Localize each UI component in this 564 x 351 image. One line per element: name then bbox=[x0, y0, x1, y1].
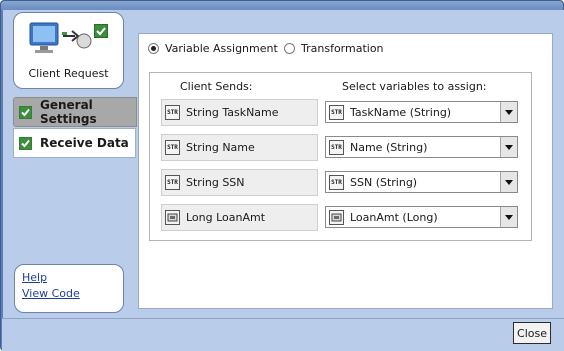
radio-transformation[interactable]: Transformation bbox=[284, 42, 384, 55]
client-sends-text: String TaskName bbox=[186, 106, 279, 119]
variable-select[interactable]: STR SSN (String) bbox=[325, 171, 518, 193]
variable-select[interactable]: LoanAmt (Long) bbox=[325, 206, 518, 228]
close-button[interactable]: Close bbox=[513, 322, 551, 344]
variable-select[interactable]: STR Name (String) bbox=[325, 136, 518, 158]
title-bar bbox=[1, 1, 563, 10]
select-variables-header: Select variables to assign: bbox=[342, 80, 487, 93]
string-type-icon: STR bbox=[329, 104, 344, 120]
radio-variable-assignment[interactable]: Variable Assignment bbox=[148, 42, 278, 55]
long-type-icon bbox=[329, 209, 344, 225]
select-value: LoanAmt (Long) bbox=[350, 210, 438, 224]
dropdown-arrow-icon[interactable] bbox=[500, 137, 517, 157]
select-value: SSN (String) bbox=[350, 175, 418, 189]
string-type-icon: STR bbox=[165, 140, 180, 155]
data-sphere-icon bbox=[76, 33, 92, 49]
dialog-window: Client Request General Settings Receive … bbox=[0, 0, 564, 351]
client-sends-cell: STR String SSN bbox=[161, 169, 318, 196]
client-request-label: Client Request bbox=[28, 67, 109, 80]
client-request-card: Client Request bbox=[13, 12, 124, 89]
radio-label: Variable Assignment bbox=[165, 42, 278, 55]
dropdown-arrow-icon[interactable] bbox=[500, 102, 517, 122]
long-type-icon bbox=[165, 210, 180, 225]
select-value: TaskName (String) bbox=[350, 105, 452, 119]
variable-select[interactable]: STR TaskName (String) bbox=[325, 101, 518, 123]
client-sends-text: Long LoanAmt bbox=[186, 211, 266, 224]
client-sends-header: Client Sends: bbox=[180, 80, 253, 93]
string-type-icon: STR bbox=[329, 174, 344, 190]
client-sends-cell: Long LoanAmt bbox=[161, 204, 318, 231]
footer-bar bbox=[2, 318, 564, 351]
string-type-icon: STR bbox=[165, 175, 180, 190]
nav-item-label: General Settings bbox=[40, 98, 97, 126]
string-type-icon: STR bbox=[329, 139, 344, 155]
select-value: Name (String) bbox=[350, 140, 428, 154]
radio-label: Transformation bbox=[301, 42, 384, 55]
dropdown-arrow-icon[interactable] bbox=[500, 172, 517, 192]
client-sends-text: String SSN bbox=[186, 176, 245, 189]
dropdown-arrow-icon[interactable] bbox=[500, 207, 517, 227]
nav-item-receive-data[interactable]: Receive Data bbox=[13, 128, 136, 158]
checkbox-checked-icon bbox=[19, 105, 32, 119]
client-sends-cell: STR String TaskName bbox=[161, 99, 318, 126]
radio-selected-icon bbox=[148, 43, 159, 54]
client-sends-text: String Name bbox=[186, 141, 255, 154]
string-type-icon: STR bbox=[165, 105, 180, 120]
client-sends-cell: STR String Name bbox=[161, 134, 318, 161]
radio-unselected-icon bbox=[284, 43, 295, 54]
help-link[interactable]: Help bbox=[22, 270, 123, 286]
checkbox-checked-icon bbox=[19, 136, 32, 150]
computer-icon bbox=[29, 22, 59, 53]
links-card: Help View Code bbox=[14, 264, 124, 313]
view-code-link[interactable]: View Code bbox=[22, 286, 123, 302]
nav-item-general-settings[interactable]: General Settings bbox=[13, 97, 137, 127]
nav-item-label: Receive Data bbox=[40, 136, 129, 150]
check-icon bbox=[94, 24, 108, 38]
